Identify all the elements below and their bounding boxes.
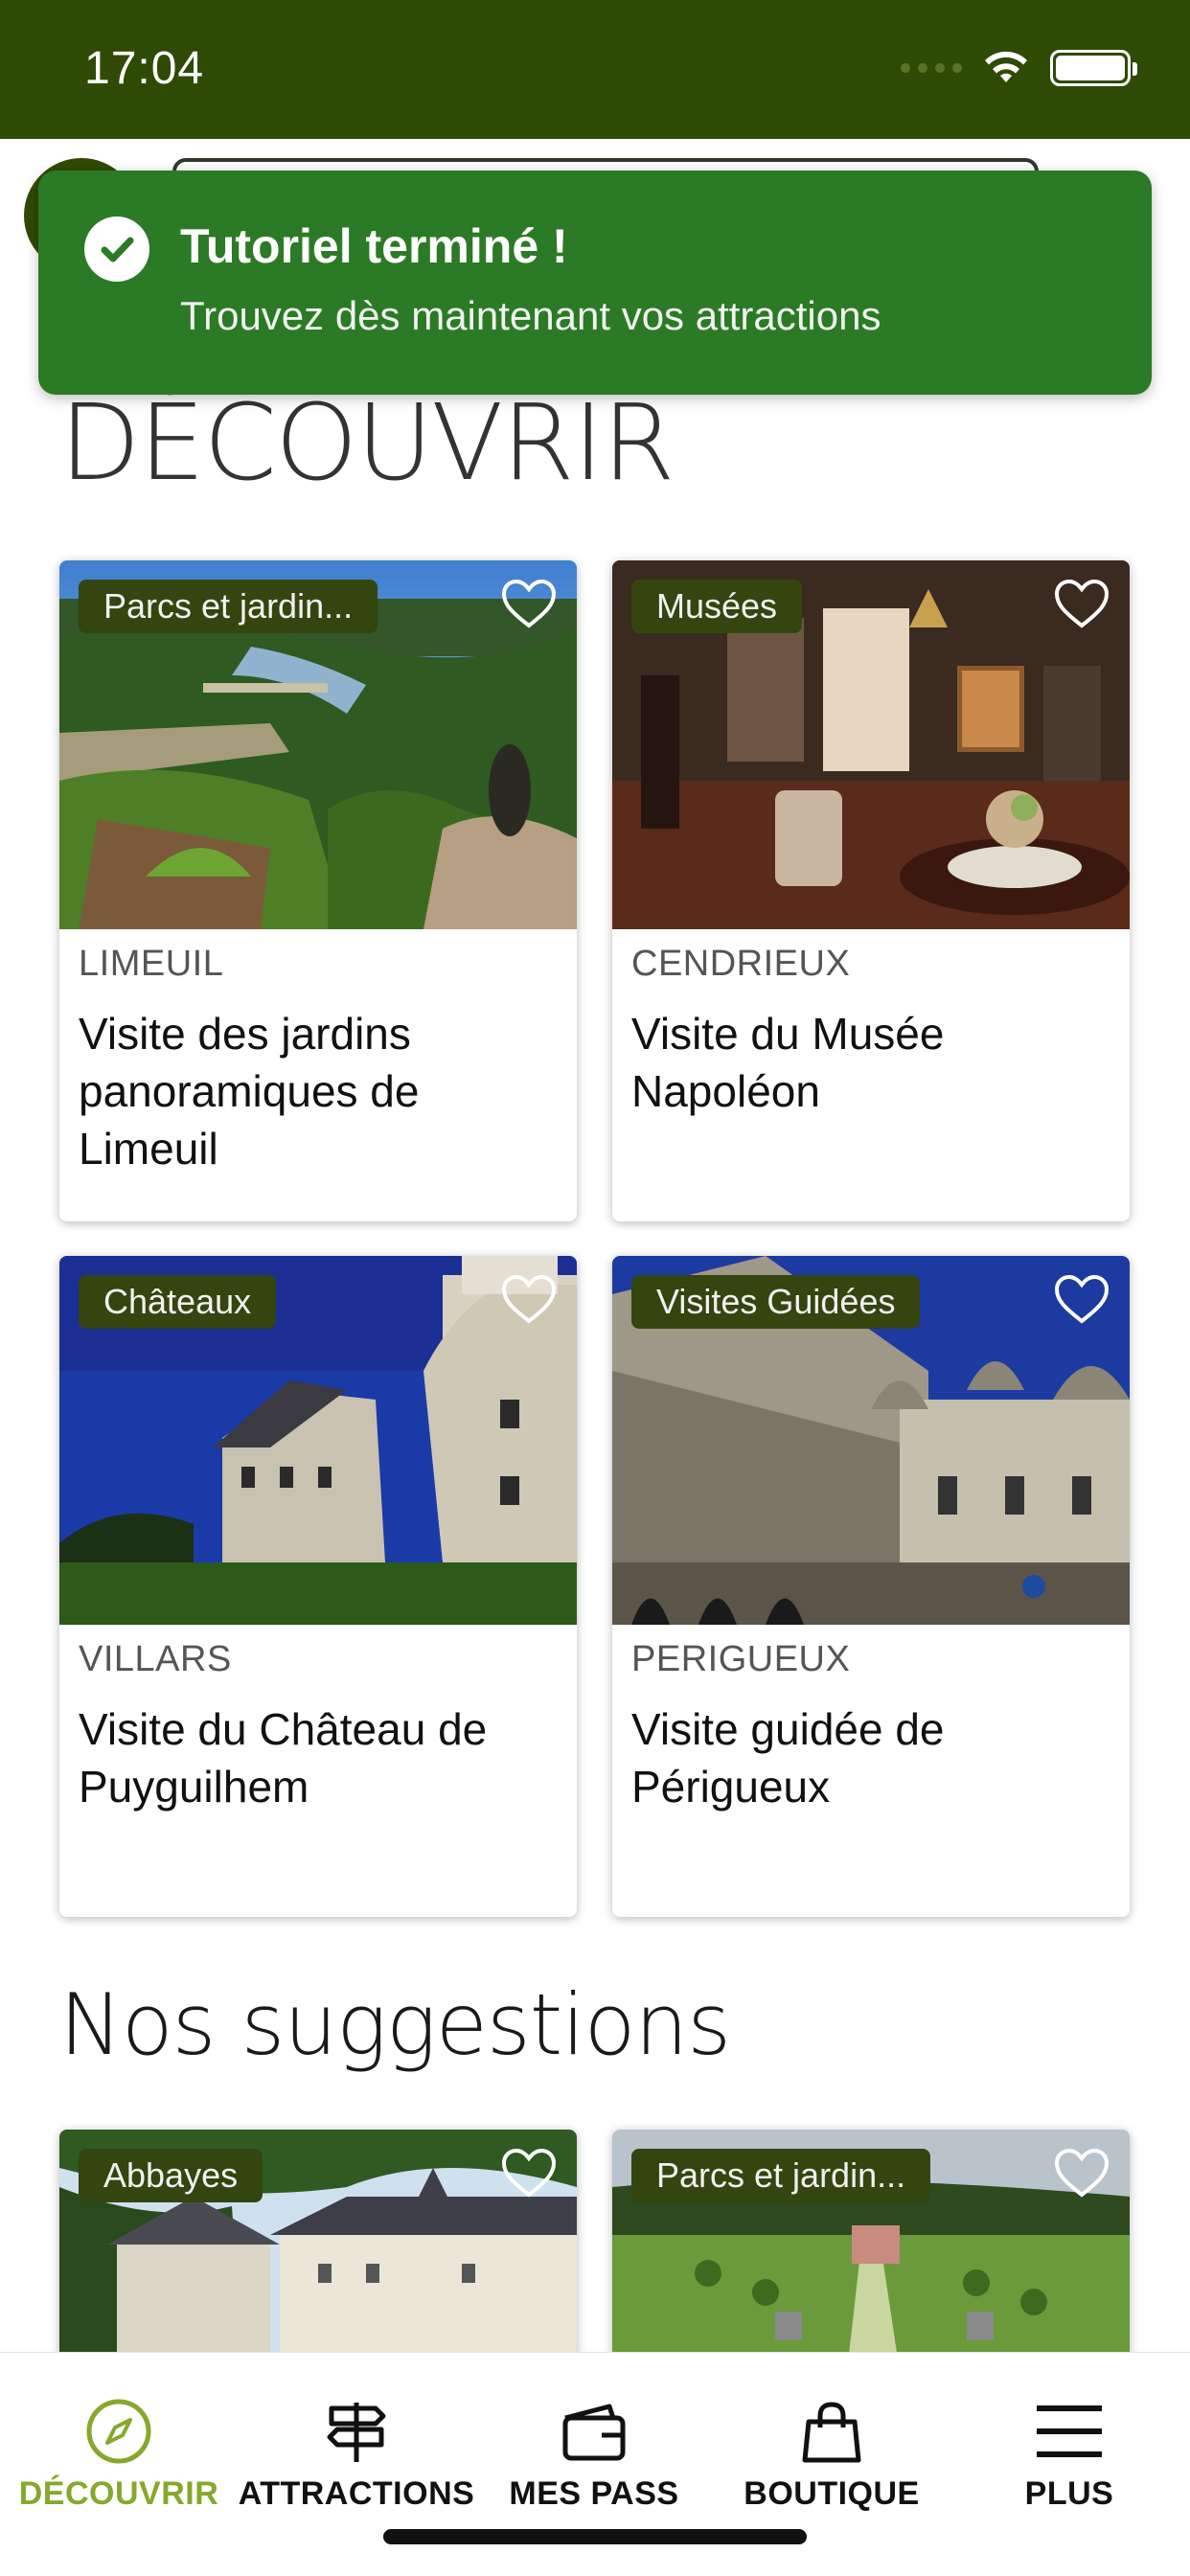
tab-label: ATTRACTIONS — [238, 2475, 475, 2512]
attraction-title: Visite des jardins panoramiques de Limeu… — [79, 1009, 420, 1174]
attraction-city: VILLARS — [79, 1639, 232, 1679]
attraction-card[interactable]: Parcs et jardin... LIMEUIL Visite des ja… — [59, 560, 577, 1221]
attraction-city: CENDRIEUX — [631, 944, 851, 984]
menu-icon — [1037, 2405, 1102, 2457]
category-tag: Abbayes — [79, 2149, 263, 2202]
category-tag: Parcs et jardin... — [79, 580, 378, 633]
status-bar: 17:04 — [0, 0, 1190, 139]
compass-icon — [86, 2399, 151, 2464]
tab-boutique[interactable]: BOUTIQUE — [713, 2353, 950, 2512]
suggestions-title: Nos suggestions — [59, 1975, 731, 2074]
tab-label: BOUTIQUE — [744, 2475, 920, 2512]
tab-mes-pass[interactable]: MES PASS — [475, 2353, 713, 2512]
battery-icon — [1050, 50, 1137, 86]
check-circle-icon — [84, 217, 149, 282]
attraction-card[interactable]: Châteaux VILLARS Visite du Château de Pu… — [59, 1256, 577, 1917]
attraction-card[interactable]: Musées CENDRIEUX Visite du Musée Napoléo… — [612, 560, 1130, 1221]
tab-label: PLUS — [1024, 2475, 1114, 2512]
cellular-signal-icon — [901, 63, 962, 73]
attraction-title: Visite guidée de Périgueux — [631, 1704, 945, 1812]
favorite-heart-icon[interactable] — [498, 1269, 560, 1331]
attraction-card[interactable]: Visites Guidées PERIGUEUX Visite guidée … — [612, 1256, 1130, 1917]
status-icons — [901, 50, 1137, 86]
page-title: DÉCOUVRIR — [59, 381, 675, 504]
category-tag: Visites Guidées — [631, 1275, 921, 1329]
tab-discover[interactable]: DÉCOUVRIR — [0, 2353, 238, 2512]
status-time: 17:04 — [84, 43, 205, 94]
favorite-heart-icon[interactable] — [498, 2143, 560, 2204]
attraction-title: Visite du Musée Napoléon — [631, 1009, 945, 1116]
toast-title: Tutoriel terminé ! — [180, 219, 568, 273]
favorite-heart-icon[interactable] — [1051, 2143, 1112, 2204]
favorite-heart-icon[interactable] — [498, 574, 560, 635]
favorite-heart-icon[interactable] — [1051, 574, 1112, 635]
shopping-bag-icon — [802, 2402, 861, 2463]
tutorial-complete-toast[interactable]: Tutoriel terminé ! Trouvez dès maintenan… — [38, 171, 1152, 395]
category-tag: Châteaux — [79, 1275, 277, 1329]
category-tag: Musées — [631, 580, 803, 633]
attraction-title: Visite du Château de Puyguilhem — [79, 1704, 488, 1812]
wallet-icon — [562, 2404, 626, 2461]
tab-label: DÉCOUVRIR — [18, 2475, 219, 2512]
tab-plus[interactable]: PLUS — [950, 2353, 1188, 2512]
toast-subtitle: Trouvez dès maintenant vos attractions — [180, 293, 881, 338]
category-tag: Parcs et jardin... — [631, 2149, 931, 2202]
tab-label: MES PASS — [509, 2475, 679, 2512]
wifi-icon — [985, 51, 1027, 82]
home-indicator[interactable] — [383, 2529, 807, 2544]
tab-attractions[interactable]: ATTRACTIONS — [238, 2353, 475, 2512]
favorite-heart-icon[interactable] — [1051, 1269, 1112, 1331]
attraction-city: PERIGUEUX — [631, 1639, 851, 1679]
signpost-icon — [327, 2403, 386, 2462]
attraction-city: LIMEUIL — [79, 944, 224, 984]
